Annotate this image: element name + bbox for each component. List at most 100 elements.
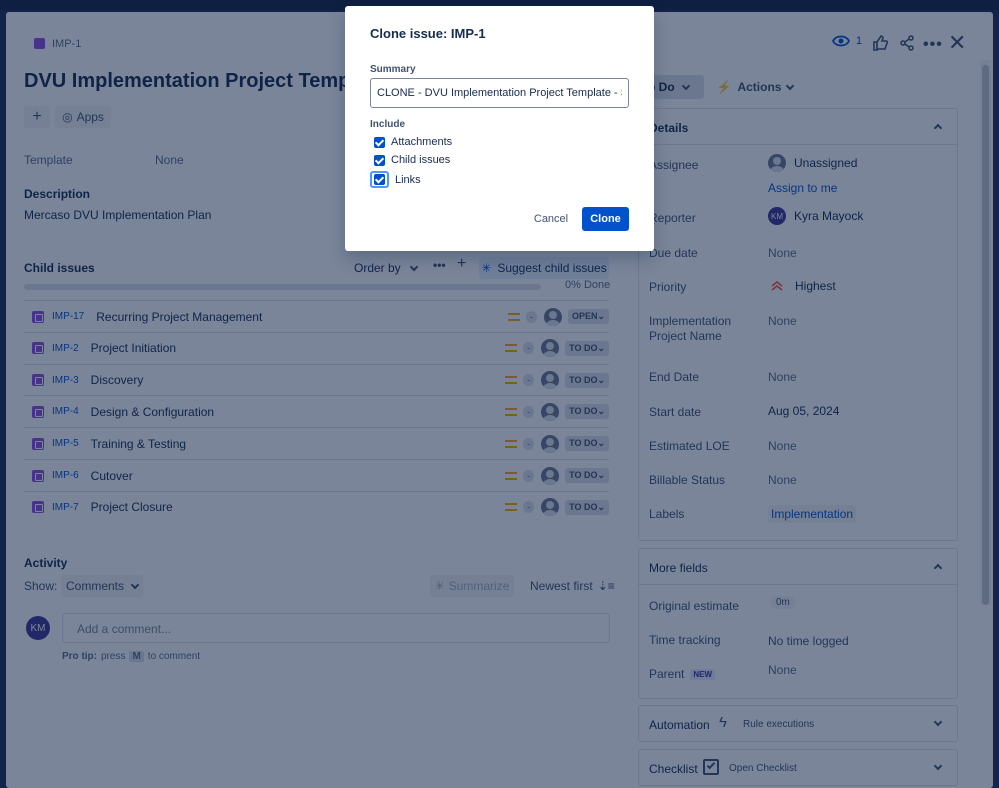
table-row[interactable]: IMP-4 Design & Configuration - TO DO⌄ (24, 395, 609, 427)
add-child-icon[interactable]: + (457, 255, 466, 273)
table-row[interactable]: IMP-6 Cutover - TO DO⌄ (24, 459, 609, 491)
status-lozenge[interactable]: TO DO⌄ (565, 468, 609, 483)
new-badge: NEW (690, 668, 716, 680)
original-estimate-value[interactable]: 0m (770, 596, 796, 609)
status-lozenge[interactable]: OPEN⌄ (567, 309, 609, 324)
cancel-button[interactable]: Cancel (528, 207, 574, 231)
status-lozenge[interactable]: TO DO⌄ (565, 404, 609, 420)
unassigned-avatar-icon[interactable] (541, 466, 560, 485)
table-row[interactable]: IMP-7 Project Closure - TO DO⌄ (24, 490, 609, 523)
child-issue-key[interactable]: IMP-2 (52, 343, 79, 354)
attachments-checkbox[interactable]: Attachments (374, 136, 452, 148)
estimated-loe-value[interactable]: None (768, 439, 797, 453)
due-date-label: Due date (649, 246, 698, 260)
child-issues-checkbox[interactable]: Child issues (374, 154, 450, 166)
unassigned-avatar-icon[interactable] (541, 402, 560, 421)
watch-button[interactable]: 1 (832, 34, 862, 48)
status-lozenge[interactable]: TO DO⌄ (565, 436, 609, 452)
more-fields-header[interactable]: More fields (639, 549, 957, 585)
add-button[interactable]: + (24, 106, 50, 128)
like-icon[interactable] (872, 35, 888, 51)
sparkle-icon: ✳ (481, 261, 492, 275)
label-tag[interactable]: Implementation (768, 505, 857, 523)
summarize-button[interactable]: ✳ Summarize (430, 575, 514, 597)
due-date-value[interactable]: None (768, 246, 797, 260)
parent-label: Parent NEW (649, 667, 716, 681)
status-lozenge[interactable]: TO DO⌄ (565, 499, 609, 515)
status-text: TO DO (569, 406, 598, 417)
child-issue-summary[interactable]: Recurring Project Management (96, 310, 508, 324)
scrollbar-thumb[interactable] (982, 65, 989, 605)
rule-executions-label: Rule executions (743, 719, 815, 730)
end-date-value[interactable]: None (768, 370, 797, 384)
apps-button[interactable]: ◎ Apps (55, 106, 111, 128)
pro-tip-press: press (101, 651, 126, 662)
reporter-field[interactable]: KM Kyra Mayock (768, 207, 863, 225)
child-issue-key[interactable]: IMP-6 (52, 470, 79, 481)
actions-button[interactable]: ⚡ Actions (712, 75, 798, 99)
unassigned-avatar-icon[interactable] (543, 307, 562, 326)
suggest-child-issues-button[interactable]: ✳ Suggest child issues (479, 257, 609, 279)
chevron-down-icon (786, 81, 795, 90)
status-lozenge[interactable]: TO DO⌄ (565, 340, 609, 356)
table-row[interactable]: IMP-17 Recurring Project Management - OPEN⌄ (24, 300, 609, 332)
child-issue-key[interactable]: IMP-17 (52, 311, 84, 322)
estimate-badge: - (523, 405, 535, 418)
summary-input[interactable] (370, 78, 629, 108)
details-header[interactable]: Details (639, 109, 957, 145)
assign-to-me-link[interactable]: Assign to me (768, 181, 837, 195)
assignee-field[interactable]: Unassigned (768, 154, 857, 172)
status-lozenge[interactable]: TO DO⌄ (565, 372, 609, 388)
status-text: TO DO (569, 374, 598, 385)
links-label: Links (395, 173, 421, 186)
parent-value[interactable]: None (768, 663, 797, 677)
priority-highest-icon (771, 281, 783, 291)
child-issue-summary[interactable]: Design & Configuration (91, 405, 505, 419)
time-tracking-value[interactable]: No time logged (768, 634, 849, 648)
billable-status-value[interactable]: None (768, 473, 797, 487)
clone-button[interactable]: Clone (582, 207, 629, 231)
child-issue-key[interactable]: IMP-7 (52, 502, 79, 513)
unassigned-avatar-icon[interactable] (541, 498, 560, 517)
more-actions-icon[interactable]: ••• (923, 36, 943, 54)
status-text: TO DO (569, 438, 598, 449)
description-value[interactable]: Mercaso DVU Implementation Plan (24, 208, 211, 222)
unassigned-avatar-icon[interactable] (541, 434, 560, 453)
close-icon[interactable]: ✕ (948, 30, 966, 56)
show-value: Comments (65, 579, 124, 593)
checkbox-checked-icon (374, 154, 385, 166)
child-issue-summary[interactable]: Training & Testing (91, 437, 505, 451)
child-issue-summary[interactable]: Cutover (91, 469, 505, 483)
reporter-label: Reporter (649, 211, 696, 225)
share-icon[interactable] (899, 35, 915, 51)
implementation-project-name-value[interactable]: None (768, 314, 797, 328)
unassigned-avatar-icon[interactable] (541, 339, 560, 358)
child-issue-summary[interactable]: Project Initiation (91, 341, 505, 355)
child-more-icon[interactable]: ••• (433, 258, 446, 272)
checklist-card[interactable]: Checklist Open Checklist (638, 749, 958, 786)
start-date-value[interactable]: Aug 05, 2024 (768, 404, 839, 418)
show-comments-dropdown[interactable]: Comments (61, 575, 143, 597)
automation-card[interactable]: Automation ϟ Rule executions (638, 705, 958, 742)
child-issue-summary[interactable]: Discovery (91, 373, 505, 387)
breadcrumb-issue-key[interactable]: IMP-1 (52, 38, 81, 50)
links-checkbox[interactable]: Links (370, 171, 421, 188)
issue-title[interactable]: DVU Implementation Project Template (24, 70, 385, 93)
child-issue-summary[interactable]: Project Closure (91, 500, 505, 514)
lightning-icon: ⚡ (716, 80, 732, 94)
child-issue-key[interactable]: IMP-3 (52, 375, 79, 386)
table-row[interactable]: IMP-5 Training & Testing - TO DO⌄ (24, 427, 609, 459)
child-issue-key[interactable]: IMP-5 (52, 438, 79, 449)
sort-order-button[interactable]: Newest first ⇣≡ (530, 579, 615, 593)
table-row[interactable]: IMP-2 Project Initiation - TO DO⌄ (24, 331, 609, 364)
subtask-icon (32, 342, 44, 355)
unassigned-avatar-icon[interactable] (541, 371, 560, 390)
table-row[interactable]: IMP-3 Discovery - TO DO⌄ (24, 363, 609, 396)
priority-field[interactable]: Highest (771, 279, 836, 293)
order-by-dropdown[interactable]: Order by (354, 261, 418, 275)
start-date-label: Start date (649, 405, 702, 419)
child-issue-key[interactable]: IMP-4 (52, 406, 79, 417)
order-by-label: Order by (354, 261, 401, 275)
template-value[interactable]: None (155, 153, 184, 167)
comment-input[interactable]: Add a comment... (62, 613, 610, 643)
